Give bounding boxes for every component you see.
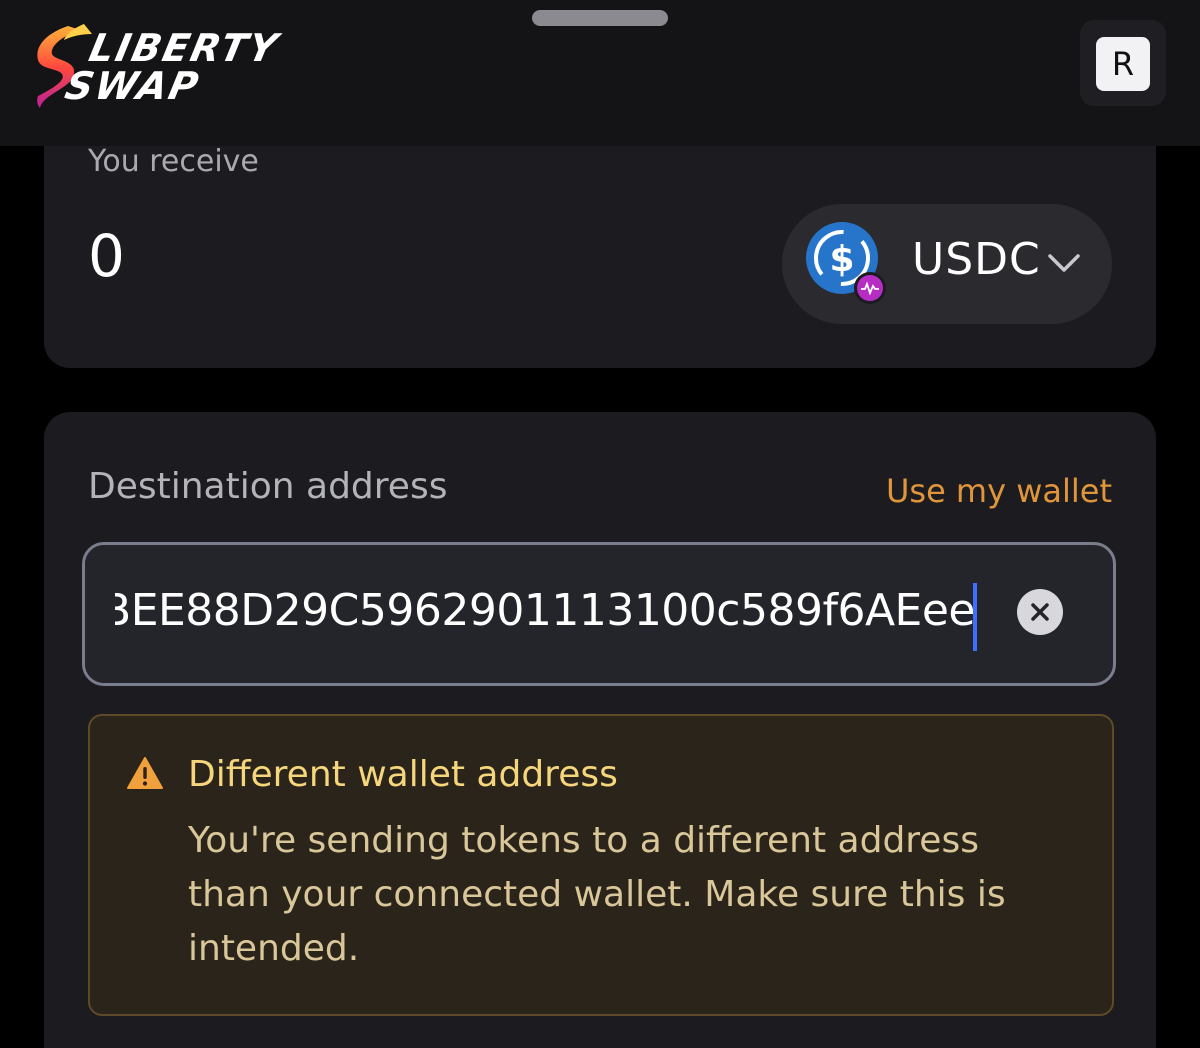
destination-address-value: ?557BEE88D29C5962901113100c589f6AEee <box>82 585 976 636</box>
destination-card: Destination address Use my wallet ?557BE… <box>44 412 1156 1048</box>
network-badge-icon <box>854 272 886 304</box>
token-symbol: USDC <box>912 234 1041 285</box>
swap-screen: LIBERTY SWAP R You receive 0 $ USDC Dest… <box>0 0 1200 1048</box>
use-my-wallet-link[interactable]: Use my wallet <box>886 472 1112 510</box>
logo-wordmark-line2: SWAP <box>61 64 204 108</box>
warning-title: Different wallet address <box>188 754 618 795</box>
receive-amount: 0 <box>88 222 125 290</box>
text-caret <box>973 583 977 651</box>
clear-address-button[interactable] <box>1017 589 1063 635</box>
different-wallet-warning: Different wallet address You're sending … <box>88 714 1114 1016</box>
app-header: LIBERTY SWAP R <box>0 0 1200 146</box>
warning-message: You're sending tokens to a different add… <box>188 820 1006 969</box>
account-avatar-button[interactable]: R <box>1096 37 1150 91</box>
svg-text:$: $ <box>829 239 854 280</box>
liberty-swap-logo[interactable]: LIBERTY SWAP <box>28 22 298 110</box>
clear-x-icon <box>1031 603 1049 621</box>
warning-triangle-icon <box>127 757 163 789</box>
chevron-down-icon <box>1048 254 1080 272</box>
usdc-token-icon: $ <box>806 222 886 304</box>
destination-address-input[interactable]: ?557BEE88D29C5962901113100c589f6AEee <box>82 542 1116 686</box>
destination-address-label: Destination address <box>88 466 448 507</box>
sheet-grab-handle[interactable] <box>532 10 668 26</box>
token-selector-button[interactable]: $ USDC <box>782 204 1112 324</box>
receive-label: You receive <box>88 144 259 179</box>
input-left-clip <box>85 545 115 683</box>
account-button-container: R <box>1080 20 1166 106</box>
